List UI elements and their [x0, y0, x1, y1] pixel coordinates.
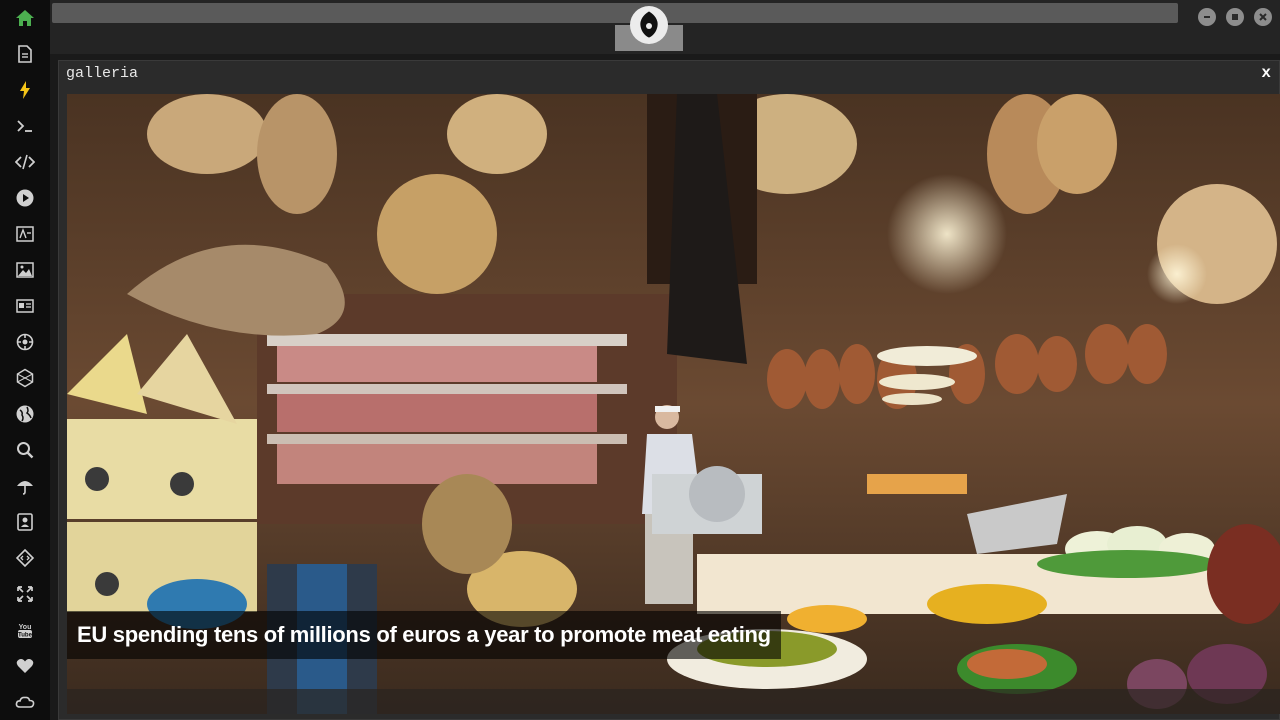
address-bar[interactable]	[52, 3, 1178, 23]
window-title: galleria	[66, 65, 139, 82]
sidebar: You Tube	[0, 0, 50, 720]
sidebar-item-lightning[interactable]	[0, 72, 50, 108]
sidebar-item-globe[interactable]	[0, 396, 50, 432]
globe-icon	[16, 405, 34, 423]
top-bar	[50, 0, 1280, 54]
umbrella-icon	[17, 481, 33, 495]
galleria-window: galleria x EU spending tens of millions …	[58, 60, 1280, 720]
sidebar-item-code-diamond[interactable]	[0, 540, 50, 576]
sidebar-item-settings[interactable]	[0, 324, 50, 360]
svg-text:Tube: Tube	[18, 633, 33, 639]
sidebar-item-cloud[interactable]	[0, 684, 50, 720]
sidebar-item-search[interactable]	[0, 432, 50, 468]
close-button[interactable]	[1254, 8, 1272, 26]
sidebar-item-play[interactable]	[0, 180, 50, 216]
sidebar-item-terminal[interactable]	[0, 108, 50, 144]
maximize-icon	[1232, 14, 1238, 20]
sidebar-item-fullscreen[interactable]	[0, 576, 50, 612]
search-icon	[17, 442, 34, 459]
minimize-button[interactable]	[1198, 8, 1216, 26]
youtube-icon: You Tube	[18, 624, 33, 639]
svg-text:You: You	[19, 624, 32, 631]
code-icon	[15, 154, 35, 170]
terminal-icon	[17, 120, 32, 132]
home-icon	[16, 10, 34, 26]
document-icon	[18, 45, 32, 63]
sidebar-item-umbrella[interactable]	[0, 468, 50, 504]
cloud-icon	[15, 696, 35, 708]
minimize-icon	[1204, 16, 1210, 18]
sidebar-item-document[interactable]	[0, 36, 50, 72]
play-icon	[16, 189, 34, 207]
fullscreen-icon	[17, 586, 33, 602]
gallery-photo[interactable]: EU spending tens of millions of euros a …	[67, 94, 1280, 714]
heart-icon	[16, 659, 34, 673]
maximize-button[interactable]	[1226, 8, 1244, 26]
image-icon	[16, 262, 34, 278]
close-icon	[1259, 13, 1267, 21]
sidebar-item-heart[interactable]	[0, 648, 50, 684]
photo-caption[interactable]: EU spending tens of millions of euros a …	[67, 611, 781, 659]
sidebar-item-code[interactable]	[0, 144, 50, 180]
sidebar-item-contact[interactable]	[0, 504, 50, 540]
sidebar-item-home[interactable]	[0, 0, 50, 36]
settings-icon	[16, 333, 34, 351]
translate-icon	[16, 226, 34, 242]
code-diamond-icon	[15, 548, 35, 568]
sidebar-item-youtube[interactable]: You Tube	[0, 612, 50, 648]
sidebar-item-translate[interactable]	[0, 216, 50, 252]
rebel-alliance-logo[interactable]	[630, 6, 668, 44]
sidebar-item-hexagon[interactable]	[0, 360, 50, 396]
hexagon-icon	[16, 368, 34, 388]
rebel-alliance-icon	[640, 11, 658, 38]
lightning-icon	[20, 81, 30, 99]
sidebar-item-image[interactable]	[0, 252, 50, 288]
sidebar-item-news[interactable]	[0, 288, 50, 324]
news-icon	[16, 299, 34, 313]
window-close-button[interactable]: x	[1261, 64, 1271, 82]
contact-icon	[17, 513, 33, 531]
